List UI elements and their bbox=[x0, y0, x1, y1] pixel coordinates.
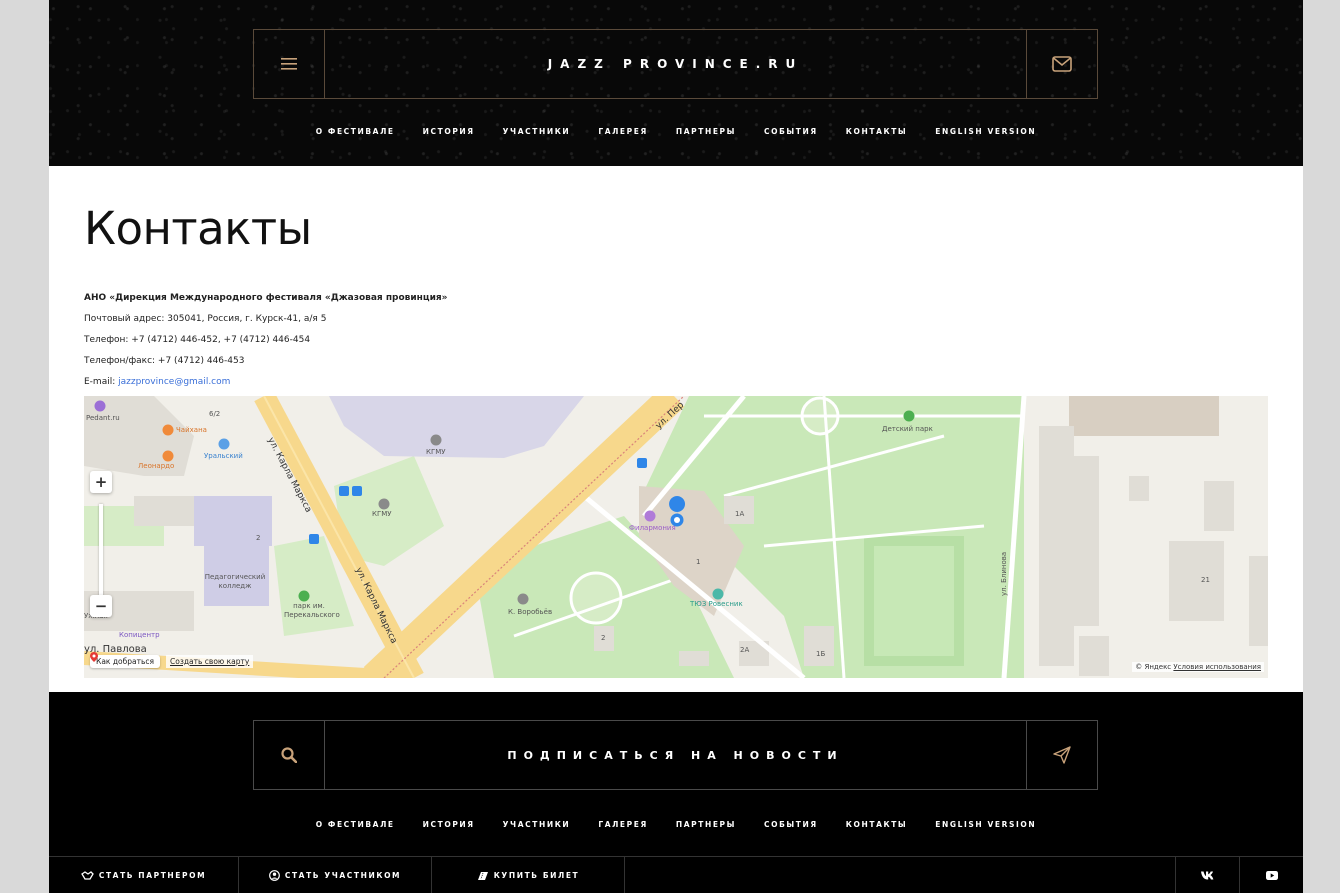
mail-button[interactable] bbox=[1026, 30, 1097, 98]
footer-nav-festival[interactable]: О ФЕСТИВАЛЕ bbox=[316, 820, 395, 829]
footer-nav-events[interactable]: СОБЫТИЯ bbox=[764, 820, 818, 829]
yandex-map[interactable]: Pedant.ru Чайхана Леонардо Уральский 6/2… bbox=[84, 396, 1268, 678]
header: JAZZ PROVINCE.RU О ФЕСТИВАЛЕ ИСТОРИЯ УЧА… bbox=[49, 0, 1303, 166]
copyright-text: © Яндекс bbox=[1135, 663, 1174, 671]
footer-nav-english[interactable]: ENGLISH VERSION bbox=[935, 820, 1036, 829]
map-label-21: 21 bbox=[1201, 576, 1210, 584]
buy-ticket-label: КУПИТЬ БИЛЕТ bbox=[493, 871, 580, 880]
create-map-link[interactable]: Создать свою карту bbox=[166, 654, 254, 668]
map-label-2-mid: 2 bbox=[601, 634, 606, 642]
become-participant-button[interactable]: СТАТЬ УЧАСТНИКОМ bbox=[239, 857, 432, 893]
map-label-6-2: 6/2 bbox=[209, 410, 221, 418]
nav-item-participants[interactable]: УЧАСТНИКИ bbox=[503, 127, 571, 136]
header-nav: О ФЕСТИВАЛЕ ИСТОРИЯ УЧАСТНИКИ ГАЛЕРЕЯ ПА… bbox=[49, 127, 1303, 136]
route-button[interactable]: Как добраться bbox=[90, 652, 161, 668]
map-label-kgmu-mid: КГМУ bbox=[372, 510, 392, 518]
zoom-out-button[interactable]: − bbox=[90, 595, 112, 617]
footer-nav: О ФЕСТИВАЛЕ ИСТОРИЯ УЧАСТНИКИ ГАЛЕРЕЯ ПА… bbox=[49, 820, 1303, 829]
zoom-slider[interactable] bbox=[99, 504, 103, 596]
menu-button[interactable] bbox=[254, 30, 325, 98]
map-label-park-perek: парк им. Перекальского bbox=[284, 602, 340, 619]
page: JAZZ PROVINCE.RU О ФЕСТИВАЛЕ ИСТОРИЯ УЧА… bbox=[49, 0, 1303, 893]
map-label-1a: 1А bbox=[735, 510, 745, 518]
send-button[interactable] bbox=[1026, 721, 1097, 789]
email-link[interactable]: jazzprovince@gmail.com bbox=[118, 377, 230, 387]
map-label-kopicentr: Копицентр bbox=[119, 631, 160, 639]
footer-nav-contacts[interactable]: КОНТАКТЫ bbox=[846, 820, 908, 829]
map-canvas bbox=[84, 396, 1268, 678]
nav-item-contacts[interactable]: КОНТАКТЫ bbox=[846, 127, 908, 136]
nav-item-history[interactable]: ИСТОРИЯ bbox=[423, 127, 475, 136]
vk-icon bbox=[1200, 871, 1213, 880]
become-partner-button[interactable]: СТАТЬ ПАРТНЕРОМ bbox=[49, 857, 239, 893]
map-label-vorobyev: К. Воробьёв bbox=[508, 608, 553, 616]
vk-link[interactable] bbox=[1175, 857, 1239, 893]
map-label-2-left: 2 bbox=[256, 534, 261, 542]
map-copyright: © Яндекс Условия использования bbox=[1132, 662, 1264, 672]
bottom-bar: СТАТЬ ПАРТНЕРОМ СТАТЬ УЧАСТНИКОМ КУПИТЬ … bbox=[49, 856, 1303, 893]
map-label-1: 1 bbox=[696, 558, 701, 566]
page-title: Контакты bbox=[84, 202, 312, 255]
search-button[interactable] bbox=[254, 721, 325, 789]
email-line: E-mail: jazzprovince@gmail.com bbox=[84, 377, 230, 387]
phone-numbers: Телефон: +7 (4712) 446-452, +7 (4712) 44… bbox=[84, 335, 311, 345]
nav-item-gallery[interactable]: ГАЛЕРЕЯ bbox=[598, 127, 648, 136]
map-label-chaikhana: Чайхана bbox=[176, 426, 207, 434]
search-icon bbox=[281, 747, 297, 763]
map-label-blinova: ул. Блинова bbox=[1000, 551, 1008, 596]
ticket-icon bbox=[477, 871, 488, 880]
become-participant-label: СТАТЬ УЧАСТНИКОМ bbox=[284, 871, 402, 880]
location-pin-icon bbox=[90, 652, 98, 662]
email-label: E-mail: bbox=[84, 377, 119, 387]
footer-nav-gallery[interactable]: ГАЛЕРЕЯ bbox=[598, 820, 648, 829]
map-label-ped-college: Педагогический колледж bbox=[204, 573, 266, 590]
become-partner-label: СТАТЬ ПАРТНЕРОМ bbox=[98, 871, 207, 880]
map-label-uralsky: Уральский bbox=[204, 452, 243, 460]
footer-nav-history[interactable]: ИСТОРИЯ bbox=[423, 820, 475, 829]
buy-ticket-button[interactable]: КУПИТЬ БИЛЕТ bbox=[432, 857, 625, 893]
youtube-link[interactable] bbox=[1239, 857, 1303, 893]
footer-nav-partners[interactable]: ПАРТНЕРЫ bbox=[676, 820, 736, 829]
map-footer-left: Как добраться Создать свою карту bbox=[90, 652, 254, 670]
map-label-leonardo: Леонардо bbox=[138, 462, 175, 470]
org-name: АНО «Дирекция Международного фестиваля «… bbox=[84, 293, 448, 303]
hamburger-icon bbox=[281, 58, 297, 70]
main-content: Контакты АНО «Дирекция Международного фе… bbox=[49, 166, 1303, 692]
nav-item-festival[interactable]: О ФЕСТИВАЛЕ bbox=[316, 127, 395, 136]
fax-number: Телефон/факс: +7 (4712) 446-453 bbox=[84, 356, 245, 366]
subscribe-bar: ПОДПИСАТЬСЯ НА НОВОСТИ bbox=[253, 720, 1098, 790]
map-label-tuz: ТЮЗ Ровесник bbox=[690, 600, 743, 608]
map-label-kgmu-top: КГМУ bbox=[426, 448, 446, 456]
map-label-detsky-park: Детский парк bbox=[882, 425, 933, 433]
nav-item-partners[interactable]: ПАРТНЕРЫ bbox=[676, 127, 736, 136]
footer-nav-participants[interactable]: УЧАСТНИКИ bbox=[503, 820, 571, 829]
site-title[interactable]: JAZZ PROVINCE.RU bbox=[325, 30, 1026, 98]
user-icon bbox=[268, 870, 280, 881]
map-label-pedant: Pedant.ru bbox=[86, 414, 120, 422]
nav-item-events[interactable]: СОБЫТИЯ bbox=[764, 127, 818, 136]
postal-address: Почтовый адрес: 305041, Россия, г. Курск… bbox=[84, 314, 327, 324]
mail-icon bbox=[1052, 56, 1072, 72]
handshake-icon bbox=[80, 870, 94, 880]
zoom-in-button[interactable]: + bbox=[90, 471, 112, 493]
send-icon bbox=[1053, 746, 1071, 764]
map-label-filarmonia: Филармония bbox=[629, 524, 676, 532]
map-label-1b: 1Б bbox=[816, 650, 826, 658]
nav-item-english[interactable]: ENGLISH VERSION bbox=[935, 127, 1036, 136]
subscribe-label[interactable]: ПОДПИСАТЬСЯ НА НОВОСТИ bbox=[325, 721, 1026, 789]
map-label-2a: 2А bbox=[740, 646, 750, 654]
youtube-icon bbox=[1265, 871, 1278, 880]
terms-link[interactable]: Условия использования bbox=[1173, 663, 1261, 671]
top-bar: JAZZ PROVINCE.RU bbox=[253, 29, 1098, 99]
footer: ПОДПИСАТЬСЯ НА НОВОСТИ О ФЕСТИВАЛЕ ИСТОР… bbox=[49, 692, 1303, 893]
route-button-label: Как добраться bbox=[96, 656, 155, 666]
